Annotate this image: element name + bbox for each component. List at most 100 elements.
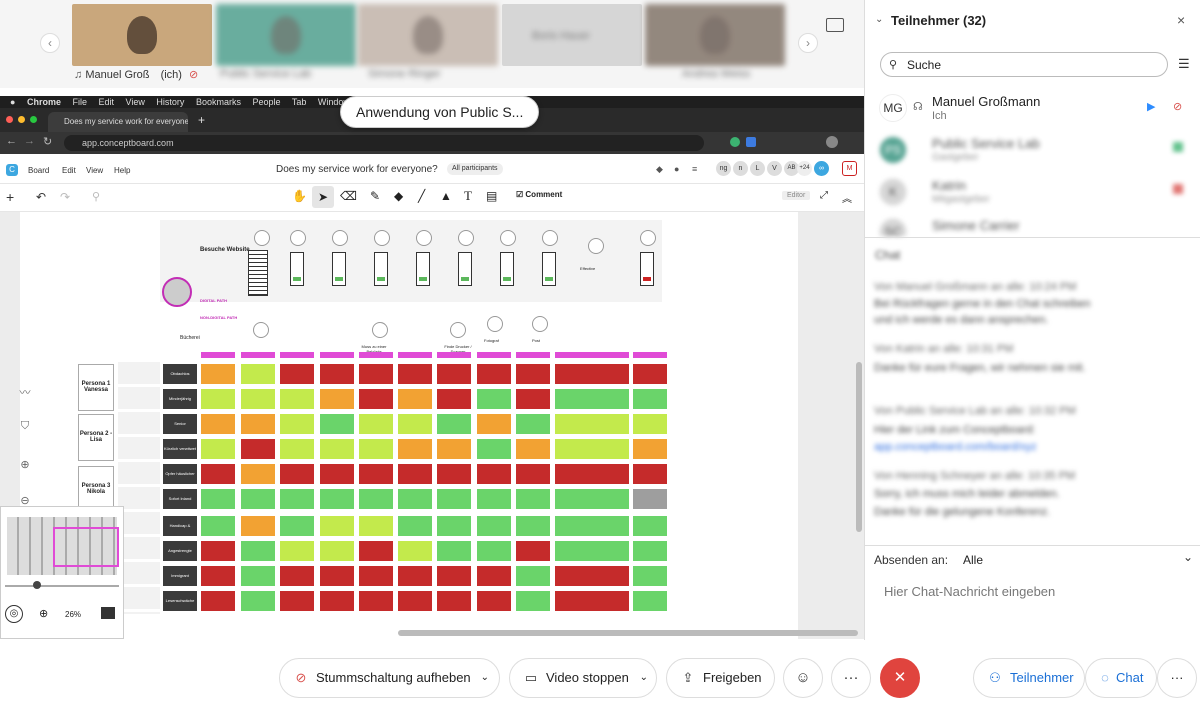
assessment-cell[interactable] [280, 389, 314, 409]
extension-icon[interactable] [746, 137, 756, 147]
board-menu-item[interactable]: View [86, 166, 103, 175]
marker-icon[interactable]: ◆ [394, 189, 403, 203]
assessment-cell[interactable] [437, 464, 471, 484]
user-avatar[interactable]: ng [716, 161, 731, 176]
assessment-cell[interactable] [398, 414, 432, 434]
mic-icon[interactable] [1173, 142, 1183, 152]
leave-meeting-button[interactable]: ✕ [880, 658, 920, 698]
assessment-cell[interactable] [359, 414, 393, 434]
assessment-cell[interactable] [555, 489, 629, 509]
chat-bubble-icon[interactable]: ● [674, 164, 679, 174]
zoom-slider-thumb[interactable] [33, 581, 41, 589]
assessment-cell[interactable] [555, 566, 629, 586]
chevron-down-icon[interactable]: ⌄ [875, 14, 883, 25]
chat-button[interactable]: ◌ Chat [1085, 658, 1157, 698]
assessment-cell[interactable] [359, 489, 393, 509]
strip-prev-button[interactable]: ‹ [40, 33, 60, 53]
menu-item[interactable]: File [72, 97, 87, 107]
assessment-cell[interactable] [477, 439, 511, 459]
assessment-cell[interactable] [280, 414, 314, 434]
assessment-cell[interactable] [477, 516, 511, 536]
assessment-cell[interactable] [320, 591, 354, 611]
profile-icon[interactable] [826, 136, 838, 148]
assessment-cell[interactable] [477, 364, 511, 384]
chat-input[interactable]: Hier Chat-Nachricht eingeben [884, 584, 1055, 599]
assessment-cell[interactable] [280, 541, 314, 561]
strip-next-button[interactable]: › [798, 33, 818, 53]
assessment-cell[interactable] [437, 516, 471, 536]
text-icon[interactable]: T [464, 188, 472, 204]
assessment-cell[interactable] [633, 489, 667, 509]
assessment-cell[interactable] [633, 591, 667, 611]
chat-header[interactable]: Chat [875, 248, 900, 262]
assessment-cell[interactable] [437, 364, 471, 384]
assessment-cell[interactable] [477, 541, 511, 561]
assessment-cell[interactable] [398, 489, 432, 509]
zoom-slider[interactable] [5, 585, 119, 587]
list-icon[interactable]: ≡ [692, 164, 697, 174]
reload-icon[interactable]: ↻ [43, 135, 52, 148]
video-tile[interactable]: Boris Hauer [502, 4, 642, 66]
access-badge[interactable]: All participants [447, 163, 503, 175]
chevron-down-icon[interactable]: ⌄ [481, 659, 489, 697]
assessment-cell[interactable] [280, 364, 314, 384]
assessment-cell[interactable] [555, 439, 629, 459]
unmute-button[interactable]: ⊘ Stummschaltung aufheben ⌄ [279, 658, 500, 698]
redo-icon[interactable]: ↷ [60, 190, 70, 204]
assessment-cell[interactable] [477, 566, 511, 586]
video-tile[interactable] [358, 4, 498, 66]
assessment-cell[interactable] [437, 541, 471, 561]
assessment-cell[interactable] [516, 364, 550, 384]
assessment-cell[interactable] [280, 516, 314, 536]
user-avatar[interactable]: L [750, 161, 765, 176]
collapse-icon[interactable]: ︽ [842, 190, 852, 205]
assessment-cell[interactable] [516, 566, 550, 586]
assessment-cell[interactable] [320, 389, 354, 409]
assessment-cell[interactable] [359, 439, 393, 459]
vertical-scrollbar[interactable] [856, 362, 862, 532]
share-button[interactable]: ⇪ Freigeben [666, 658, 775, 698]
undo-icon[interactable]: ↶ [36, 190, 46, 204]
assessment-cell[interactable] [241, 541, 275, 561]
presentation-icon[interactable] [101, 607, 115, 619]
participant-row[interactable]: SC Simone Carrier [879, 218, 1199, 236]
reactions-button[interactable]: ☺ [783, 658, 823, 698]
zoom-search-icon[interactable]: ⊕ [39, 607, 48, 620]
menu-item[interactable]: View [126, 97, 145, 107]
board-menu-item[interactable]: Board [28, 166, 49, 175]
assessment-cell[interactable] [437, 591, 471, 611]
assessment-cell[interactable] [241, 364, 275, 384]
assessment-cell[interactable] [359, 566, 393, 586]
assessment-cell[interactable] [477, 489, 511, 509]
assessment-cell[interactable] [201, 364, 235, 384]
invite-icon[interactable]: ∞ [814, 161, 829, 176]
assessment-cell[interactable] [477, 389, 511, 409]
participants-button[interactable]: ⚇ Teilnehmer [973, 658, 1085, 698]
chat-link[interactable]: app.conceptboard.com/board/xyz [874, 441, 1037, 453]
assessment-cell[interactable] [241, 439, 275, 459]
assessment-cell[interactable] [201, 464, 235, 484]
my-avatar[interactable]: M [842, 161, 857, 176]
assessment-cell[interactable] [398, 439, 432, 459]
assessment-cell[interactable] [398, 591, 432, 611]
assessment-cell[interactable] [241, 591, 275, 611]
chevron-down-icon[interactable]: ⌄ [1183, 550, 1193, 564]
menu-item[interactable]: Chrome [27, 97, 61, 107]
assessment-cell[interactable] [516, 516, 550, 536]
assessment-cell[interactable] [359, 389, 393, 409]
assessment-cell[interactable] [320, 364, 354, 384]
video-tile[interactable] [72, 4, 212, 66]
assessment-cell[interactable] [280, 591, 314, 611]
pen-icon[interactable]: ✎ [370, 189, 380, 203]
assessment-cell[interactable] [633, 464, 667, 484]
assessment-cell[interactable] [555, 541, 629, 561]
fullscreen-icon[interactable]: ⤢ [820, 190, 828, 201]
assessment-cell[interactable] [201, 566, 235, 586]
assessment-cell[interactable] [241, 389, 275, 409]
board-menu-item[interactable]: Help [114, 166, 130, 175]
assessment-cell[interactable] [398, 541, 432, 561]
assessment-cell[interactable] [477, 464, 511, 484]
close-window-icon[interactable] [6, 116, 13, 123]
assessment-cell[interactable] [241, 414, 275, 434]
board-menu-item[interactable]: Edit [62, 166, 76, 175]
